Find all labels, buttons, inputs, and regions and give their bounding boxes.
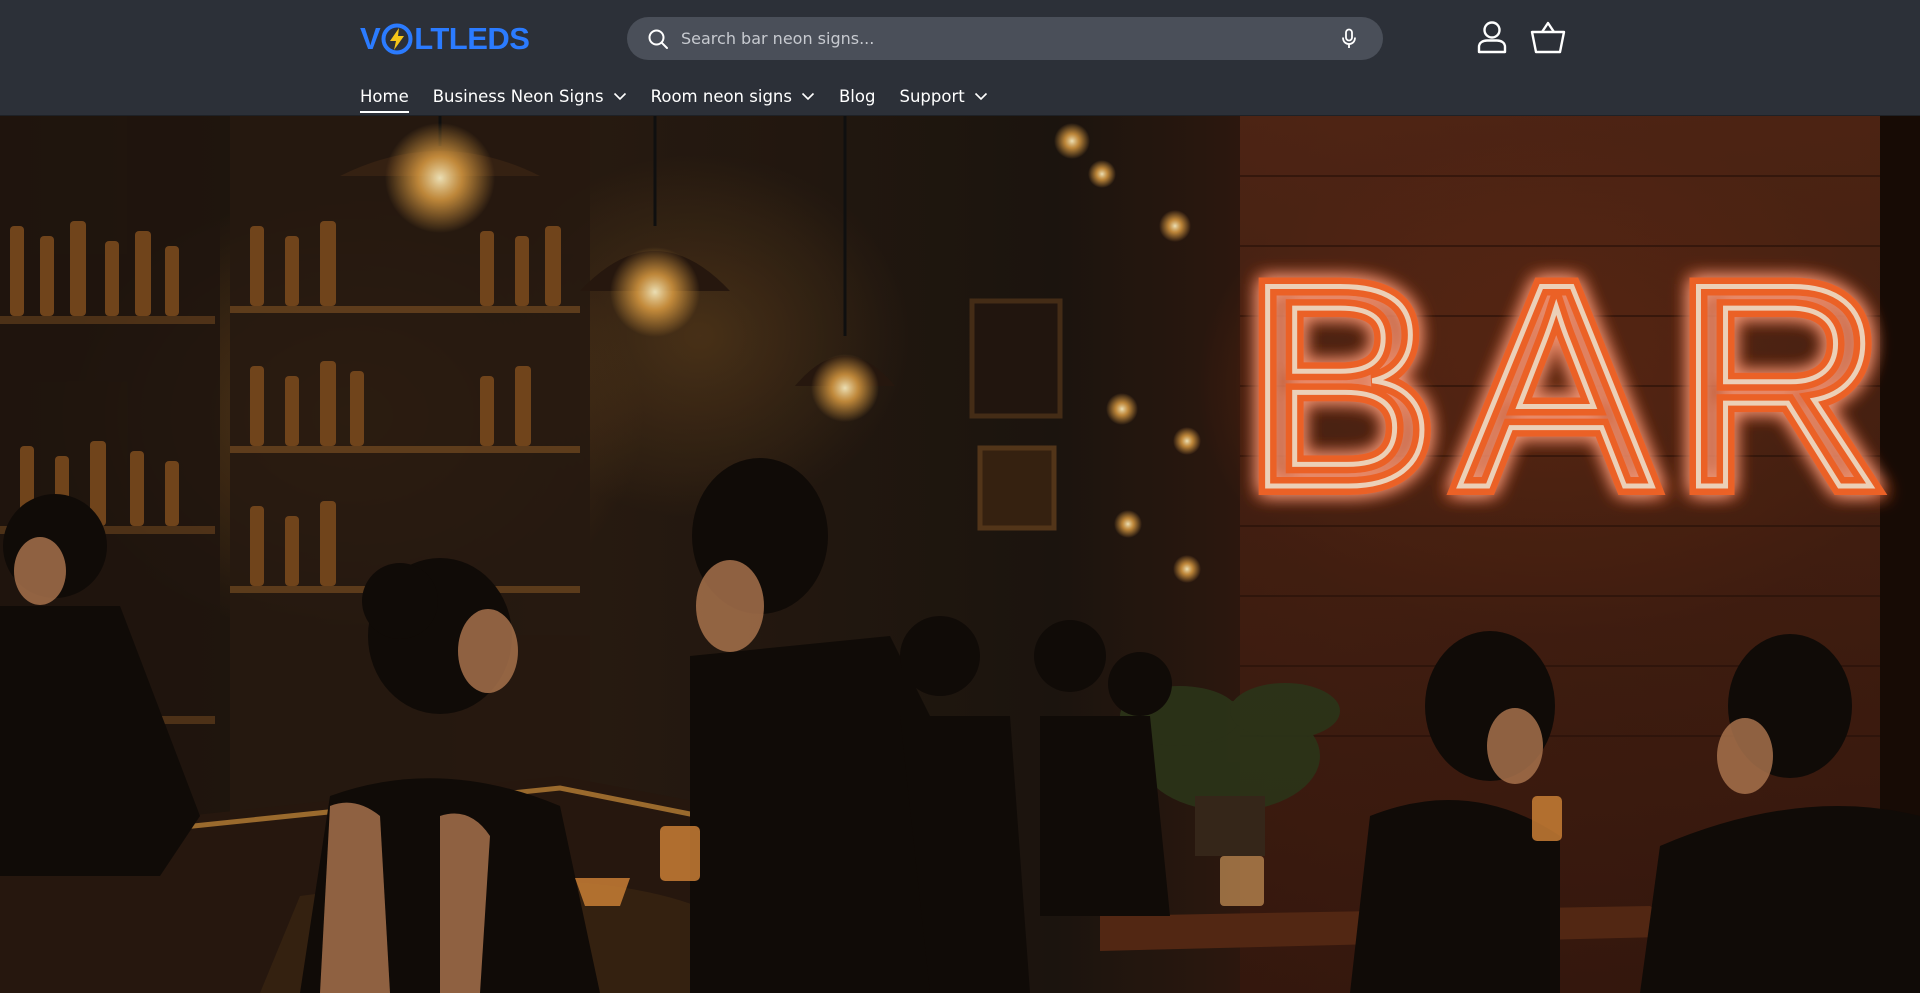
nav-item-label: Blog [838, 86, 876, 106]
chevron-down-icon [974, 92, 987, 101]
hero-banner[interactable]: BAR BAR [0, 116, 1920, 993]
nav-item-room-neon-signs[interactable]: Room neon signs [651, 82, 815, 110]
site-header: V LTLEDS Home Business Neon Signs [0, 0, 1920, 116]
main-navigation: Home Business Neon Signs Room neon signs… [360, 82, 1012, 116]
logo-text-end: LTLEDS [414, 21, 530, 56]
nav-item-label: Business Neon Signs [432, 86, 604, 106]
search-bar [627, 17, 1383, 60]
logo-text-start: V [360, 21, 381, 56]
nav-item-business-neon-signs[interactable]: Business Neon Signs [433, 82, 627, 110]
nav-item-support[interactable]: Support [899, 82, 987, 110]
chevron-down-icon [613, 92, 626, 101]
nav-item-home[interactable]: Home [360, 82, 409, 113]
nav-item-blog[interactable]: Blog [839, 82, 875, 110]
account-icon[interactable] [1476, 20, 1508, 54]
nav-item-label: Room neon signs [650, 86, 792, 106]
microphone-icon[interactable] [1339, 28, 1359, 50]
search-input[interactable] [681, 17, 1321, 60]
chevron-down-icon [801, 92, 815, 101]
nav-item-label: Home [360, 86, 409, 106]
search-icon[interactable] [647, 28, 669, 50]
basket-icon[interactable] [1530, 20, 1566, 54]
logo[interactable]: V LTLEDS [360, 20, 530, 58]
nav-item-label: Support [899, 86, 965, 106]
bolt-icon [381, 23, 413, 55]
hero-image: BAR BAR [0, 116, 1920, 993]
